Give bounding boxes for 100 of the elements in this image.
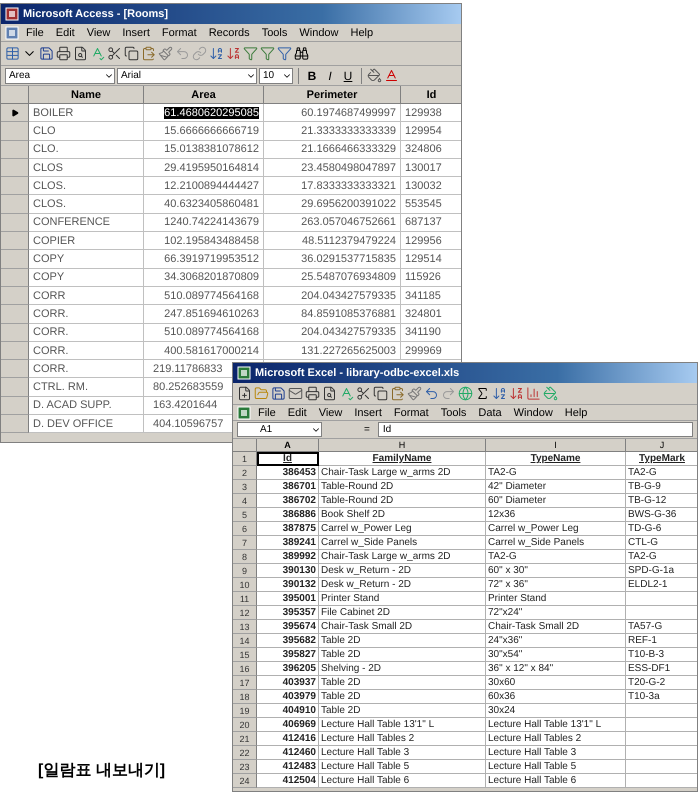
- spreadsheet-cell[interactable]: Table-Round 2D: [319, 494, 486, 508]
- row-header[interactable]: 23: [233, 760, 257, 774]
- text-style-button[interactable]: I: [322, 68, 338, 82]
- spreadsheet-cell[interactable]: Table 2D: [319, 634, 486, 648]
- spreadsheet-cell[interactable]: TypeName: [486, 452, 626, 466]
- spreadsheet-cell[interactable]: TB-G-12: [626, 494, 697, 508]
- spreadsheet-cell[interactable]: 395827: [257, 648, 319, 662]
- sort-descending-icon[interactable]: [226, 46, 241, 61]
- spreadsheet-cell[interactable]: Carrel w_Power Leg: [319, 522, 486, 536]
- spreadsheet-cell[interactable]: 386702: [257, 494, 319, 508]
- spreadsheet-cell[interactable]: Table 2D: [319, 676, 486, 690]
- spreadsheet-cell[interactable]: 389992: [257, 550, 319, 564]
- spreadsheet-cell[interactable]: Id: [257, 452, 319, 466]
- menu-item[interactable]: Tools: [436, 406, 472, 418]
- spreadsheet-cell[interactable]: 72"x24": [486, 606, 626, 620]
- spreadsheet-cell[interactable]: Carrel w_Side Panels: [486, 536, 626, 550]
- field-dropdown[interactable]: Area: [5, 68, 115, 84]
- spreadsheet-cell[interactable]: 406969: [257, 718, 319, 732]
- text-style-button[interactable]: B: [304, 68, 320, 82]
- column-header[interactable]: I: [486, 439, 626, 452]
- spreadsheet-cell[interactable]: Desk w_Return - 2D: [319, 578, 486, 592]
- column-header[interactable]: Name: [29, 86, 144, 104]
- spreadsheet-cell[interactable]: 12x36: [486, 508, 626, 522]
- spreadsheet-cell[interactable]: Table 2D: [319, 704, 486, 718]
- spreadsheet-cell[interactable]: 30x24: [486, 704, 626, 718]
- font-color-icon[interactable]: [384, 68, 399, 83]
- row-header[interactable]: 19: [233, 704, 257, 718]
- text-style-button[interactable]: U: [340, 68, 356, 82]
- spreadsheet-cell[interactable]: T20-G-2: [626, 676, 697, 690]
- undo-icon[interactable]: [175, 46, 190, 61]
- spreadsheet-cell[interactable]: Table 2D: [319, 690, 486, 704]
- spreadsheet-cell[interactable]: 412504: [257, 774, 319, 788]
- spreadsheet-cell[interactable]: CTL-G: [626, 536, 697, 550]
- app-icon[interactable]: [237, 366, 251, 380]
- print-icon[interactable]: [56, 46, 71, 61]
- filter-by-selection-icon[interactable]: [243, 46, 258, 61]
- print-icon[interactable]: [305, 386, 320, 401]
- row-header[interactable]: 6: [233, 522, 257, 536]
- spreadsheet-cell[interactable]: Carrel w_Power Leg: [486, 522, 626, 536]
- menu-item[interactable]: Insert: [349, 406, 387, 418]
- format-painter-icon[interactable]: [158, 46, 173, 61]
- spreadsheet-cell[interactable]: 395001: [257, 592, 319, 606]
- spreadsheet-cell[interactable]: 390132: [257, 578, 319, 592]
- spreadsheet-cell[interactable]: T10-B-3: [626, 648, 697, 662]
- spreadsheet-cell[interactable]: 395357: [257, 606, 319, 620]
- spreadsheet-cell[interactable]: Lecture Hall Tables 2: [319, 732, 486, 746]
- cut-icon[interactable]: [107, 46, 122, 61]
- sort-descending-icon[interactable]: [509, 386, 524, 401]
- name-box[interactable]: A1: [237, 422, 322, 437]
- row-header[interactable]: 5: [233, 508, 257, 522]
- spreadsheet-cell[interactable]: TA2-G: [486, 466, 626, 480]
- spreadsheet-cell[interactable]: Desk w_Return - 2D: [319, 564, 486, 578]
- font-dropdown[interactable]: Arial: [117, 68, 257, 84]
- fill-color-icon[interactable]: [367, 68, 382, 83]
- spreadsheet-cell[interactable]: TA2-G: [626, 466, 697, 480]
- spreadsheet-cell[interactable]: TA57-G: [626, 620, 697, 634]
- hyperlink-icon[interactable]: [192, 46, 207, 61]
- spreadsheet-cell[interactable]: Table-Round 2D: [319, 480, 486, 494]
- spreadsheet-cell[interactable]: 412460: [257, 746, 319, 760]
- formula-field[interactable]: Id: [378, 422, 693, 437]
- spreadsheet-cell[interactable]: 42" Diameter: [486, 480, 626, 494]
- spreadsheet-cell[interactable]: Book Shelf 2D: [319, 508, 486, 522]
- row-header[interactable]: 21: [233, 732, 257, 746]
- filter-by-form-icon[interactable]: [260, 46, 275, 61]
- print-preview-icon[interactable]: [322, 386, 337, 401]
- row-header[interactable]: 11: [233, 592, 257, 606]
- spreadsheet-cell[interactable]: Lecture Hall Table 5: [486, 760, 626, 774]
- menu-item[interactable]: File: [21, 26, 49, 38]
- menu-item[interactable]: Window: [294, 26, 344, 38]
- spreadsheet-cell[interactable]: Lecture Hall Table 3: [319, 746, 486, 760]
- spreadsheet-cell[interactable]: 30"x54": [486, 648, 626, 662]
- spreadsheet-cell[interactable]: Lecture Hall Table 6: [486, 774, 626, 788]
- column-header[interactable]: Perimeter: [264, 86, 401, 104]
- copy-icon[interactable]: [373, 386, 388, 401]
- row-header[interactable]: 24: [233, 774, 257, 788]
- spreadsheet-cell[interactable]: Lecture Hall Table 13'1" L: [486, 718, 626, 732]
- spreadsheet-cell[interactable]: 412416: [257, 732, 319, 746]
- spreadsheet-cell[interactable]: TB-G-9: [626, 480, 697, 494]
- row-header[interactable]: 14: [233, 634, 257, 648]
- sort-ascending-icon[interactable]: [492, 386, 507, 401]
- spreadsheet-cell[interactable]: 30x60: [486, 676, 626, 690]
- email-icon[interactable]: [288, 386, 303, 401]
- spreadsheet-cell[interactable]: FamilyName: [319, 452, 486, 466]
- sort-ascending-icon[interactable]: [209, 46, 224, 61]
- apply-filter-icon[interactable]: [277, 46, 292, 61]
- row-header[interactable]: 4: [233, 494, 257, 508]
- column-header[interactable]: J: [626, 439, 697, 452]
- spreadsheet-cell[interactable]: Chair-Task Large w_arms 2D: [319, 550, 486, 564]
- table-view-icon[interactable]: [5, 46, 20, 61]
- spreadsheet-cell[interactable]: TypeMark: [626, 452, 697, 466]
- row-header[interactable]: 7: [233, 536, 257, 550]
- column-header[interactable]: H: [319, 439, 486, 452]
- spreadsheet-cell[interactable]: Lecture Hall Table 13'1" L: [319, 718, 486, 732]
- spreadsheet-cell[interactable]: 386701: [257, 480, 319, 494]
- workbook-icon[interactable]: [237, 406, 251, 420]
- menu-item[interactable]: File: [253, 406, 281, 418]
- row-header[interactable]: 15: [233, 648, 257, 662]
- menu-item[interactable]: Help: [346, 26, 378, 38]
- spreadsheet-cell[interactable]: Lecture Hall Table 6: [319, 774, 486, 788]
- record-selector[interactable]: [1, 104, 29, 122]
